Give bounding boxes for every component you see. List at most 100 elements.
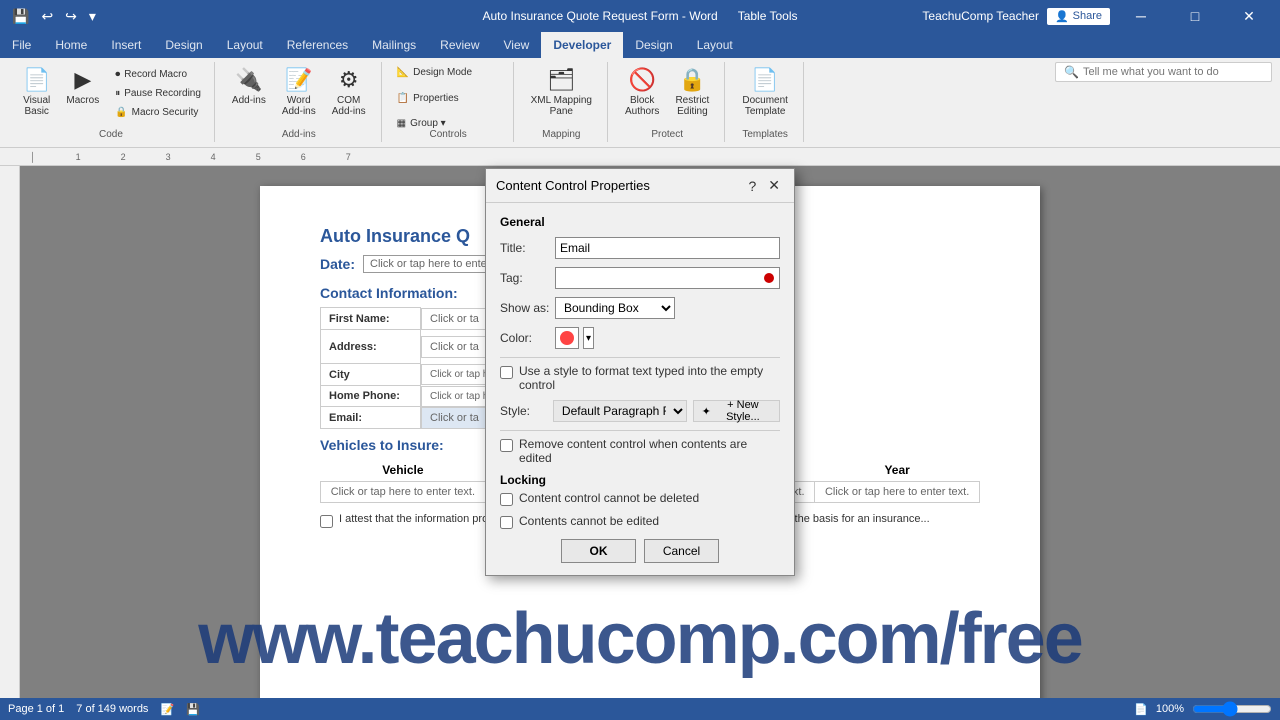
macro-security-button[interactable]: 🔒 Macro Security xyxy=(110,104,206,121)
new-style-button[interactable]: ✦ + New Style... xyxy=(693,400,780,422)
visual-basic-button[interactable]: 📄 VisualBasic xyxy=(16,64,57,120)
tab-home[interactable]: Home xyxy=(43,32,99,58)
minimize-button[interactable]: ─ xyxy=(1118,0,1164,32)
save-button[interactable]: 💾 xyxy=(8,6,33,27)
zoom-slider[interactable] xyxy=(1192,701,1272,717)
dialog-divider-2 xyxy=(500,430,780,431)
use-style-checkbox[interactable] xyxy=(500,366,513,379)
share-label: Share xyxy=(1073,10,1102,22)
code-group-label: Code xyxy=(99,129,123,140)
show-as-select[interactable]: Bounding Box xyxy=(555,297,675,319)
tell-me-input[interactable] xyxy=(1083,66,1263,78)
tab-table-layout[interactable]: Layout xyxy=(685,32,745,58)
restore-button[interactable]: □ xyxy=(1172,0,1218,32)
document-template-label: DocumentTemplate xyxy=(742,95,788,117)
tab-references[interactable]: References xyxy=(275,32,360,58)
save-status-icon: 💾 xyxy=(186,703,200,716)
tab-view[interactable]: View xyxy=(492,32,542,58)
dialog-title-icons: ? ✕ xyxy=(744,175,784,196)
page-info: Page 1 of 1 xyxy=(8,703,64,715)
dialog-title-bar: Content Control Properties ? ✕ xyxy=(486,169,794,203)
macro-security-label: Macro Security xyxy=(132,107,199,118)
city-label: City xyxy=(321,364,421,386)
remove-control-checkbox[interactable] xyxy=(500,439,513,452)
cannot-edit-checkbox[interactable] xyxy=(500,516,513,529)
document-template-icon: 📄 xyxy=(751,67,778,93)
style-select[interactable]: Default Paragraph Font xyxy=(553,400,687,422)
table-tools-label: Table Tools xyxy=(738,9,798,23)
cancel-button[interactable]: Cancel xyxy=(644,539,719,563)
com-addins-icon: ⚙ xyxy=(339,67,359,93)
macros-button[interactable]: ▶ Macros xyxy=(59,64,106,109)
restrict-editing-button[interactable]: 🔒 RestrictEditing xyxy=(668,64,716,120)
cannot-edit-row: Contents cannot be edited xyxy=(500,514,780,529)
xml-mapping-label: XML MappingPane xyxy=(531,95,592,117)
protect-group-label: Protect xyxy=(651,129,683,140)
tab-insert[interactable]: Insert xyxy=(99,32,153,58)
tab-design[interactable]: Design xyxy=(153,32,214,58)
macros-label: Macros xyxy=(66,95,99,106)
content-control-properties-dialog[interactable]: Content Control Properties ? ✕ General T… xyxy=(485,168,795,576)
ruler: │ 1 2 3 4 5 6 7 xyxy=(0,148,1280,166)
tab-file[interactable]: File xyxy=(0,32,43,58)
show-as-label: Show as: xyxy=(500,301,555,315)
properties-button[interactable]: 📋 Properties xyxy=(392,90,464,107)
ribbon-group-protect: 🚫 BlockAuthors 🔒 RestrictEditing Protect xyxy=(610,62,725,142)
title-bar: 💾 ↩ ↪ ▾ Auto Insurance Quote Request For… xyxy=(0,0,1280,32)
status-left: Page 1 of 1 7 of 149 words 📝 💾 xyxy=(8,703,200,716)
addins-button[interactable]: 🔌 Add-ins xyxy=(225,64,273,109)
view-icon: 📄 xyxy=(1134,703,1148,716)
dialog-buttons: OK Cancel xyxy=(500,539,780,563)
zoom-level: 100% xyxy=(1156,703,1184,715)
share-button[interactable]: 👤 Share xyxy=(1047,8,1110,25)
color-dropdown-button[interactable]: ▾ xyxy=(583,327,594,349)
tab-review[interactable]: Review xyxy=(428,32,491,58)
group-label: Group ▾ xyxy=(410,118,446,129)
attest-checkbox[interactable] xyxy=(320,515,333,528)
record-macro-icon: ⏺ xyxy=(115,69,120,80)
style-label: Style: xyxy=(500,404,547,418)
ribbon-group-code: 📄 VisualBasic ▶ Macros ⏺ Record Macro ⏸ … xyxy=(8,62,215,142)
properties-label: Properties xyxy=(413,93,459,104)
tab-layout[interactable]: Layout xyxy=(215,32,275,58)
ok-button[interactable]: OK xyxy=(561,539,636,563)
tab-table-design[interactable]: Design xyxy=(623,32,684,58)
title-input[interactable] xyxy=(555,237,780,259)
title-row: Title: xyxy=(500,237,780,259)
word-addins-icon: 📝 xyxy=(285,67,312,93)
year-cell[interactable]: Click or tap here to enter text. xyxy=(815,482,980,503)
search-icon: 🔍 xyxy=(1064,65,1079,79)
status-bar: Page 1 of 1 7 of 149 words 📝 💾 📄 100% xyxy=(0,698,1280,720)
word-count: 7 of 149 words xyxy=(76,703,148,715)
tag-input[interactable] xyxy=(555,267,780,289)
tab-mailings[interactable]: Mailings xyxy=(360,32,428,58)
dialog-help-button[interactable]: ? xyxy=(744,175,760,196)
vehicle-cell[interactable]: Click or tap here to enter text. xyxy=(321,482,486,503)
close-button[interactable]: ✕ xyxy=(1226,0,1272,32)
share-icon: 👤 xyxy=(1055,10,1069,23)
block-authors-button[interactable]: 🚫 BlockAuthors xyxy=(618,64,666,120)
color-dot xyxy=(560,331,574,345)
color-picker-button[interactable] xyxy=(555,327,579,349)
com-addins-label: COMAdd-ins xyxy=(332,95,366,117)
word-addins-label: WordAdd-ins xyxy=(282,95,316,117)
more-button[interactable]: ▾ xyxy=(85,6,100,27)
tag-row: Tag: xyxy=(500,267,780,289)
pause-recording-button[interactable]: ⏸ Pause Recording xyxy=(110,85,206,102)
redo-button[interactable]: ↪ xyxy=(61,6,81,27)
com-addins-button[interactable]: ⚙ COMAdd-ins xyxy=(325,64,373,120)
record-macro-button[interactable]: ⏺ Record Macro xyxy=(110,66,206,83)
dialog-close-button[interactable]: ✕ xyxy=(764,175,784,196)
tab-developer[interactable]: Developer xyxy=(541,32,623,58)
xml-mapping-icon: 🗂 xyxy=(547,67,575,93)
undo-button[interactable]: ↩ xyxy=(37,6,57,27)
document-template-button[interactable]: 📄 DocumentTemplate xyxy=(735,64,795,120)
xml-mapping-button[interactable]: 🗂 XML MappingPane xyxy=(524,64,599,120)
date-label: Date: xyxy=(320,256,355,272)
use-style-row: Use a style to format text typed into th… xyxy=(500,364,780,392)
word-addins-button[interactable]: 📝 WordAdd-ins xyxy=(275,64,323,120)
design-mode-button[interactable]: 📐 Design Mode xyxy=(392,64,477,81)
addins-group-label: Add-ins xyxy=(282,129,316,140)
visual-basic-icon: 📄 xyxy=(23,67,50,93)
cannot-delete-checkbox[interactable] xyxy=(500,493,513,506)
